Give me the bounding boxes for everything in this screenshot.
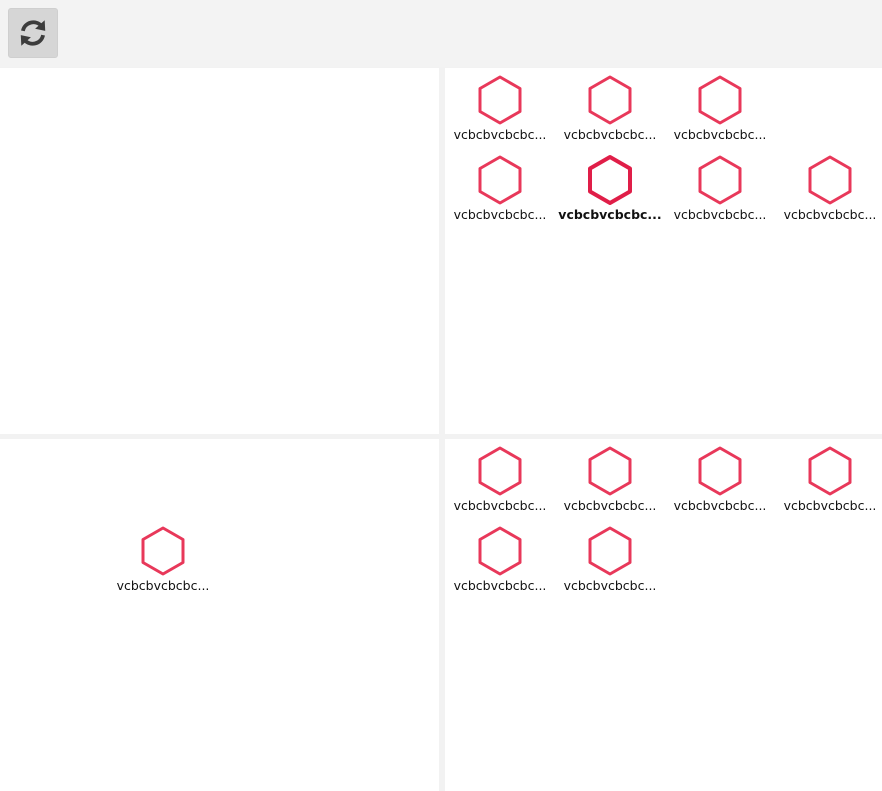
hexagon-item[interactable]: vcbcbvcbcbc...	[445, 70, 555, 148]
item-label: vcbcbvcbcbc...	[453, 127, 547, 142]
hexagon-icon	[141, 526, 185, 576]
item-label: vcbcbvcbcbc...	[453, 498, 547, 513]
hexagon-item[interactable]: vcbcbvcbcbc...	[775, 150, 882, 228]
hexagon-icon	[698, 155, 742, 205]
toolbar	[0, 0, 882, 67]
item-label: vcbcbvcbcbc...	[673, 207, 767, 222]
refresh-icon	[20, 20, 46, 46]
hexagon-icon	[478, 446, 522, 496]
item-label: vcbcbvcbcbc...	[558, 207, 662, 222]
hexagon-item[interactable]: vcbcbvcbcbc...	[775, 441, 882, 519]
pane-top-left[interactable]	[0, 68, 439, 434]
hexagon-item[interactable]: vcbcbvcbcbc...	[665, 150, 775, 228]
item-label: vcbcbvcbcbc...	[453, 578, 547, 593]
hexagon-icon	[478, 526, 522, 576]
hexagon-item[interactable]: vcbcbvcbcbc...	[445, 150, 555, 228]
hexagon-item[interactable]: vcbcbvcbcbc...	[665, 70, 775, 148]
refresh-button[interactable]	[8, 8, 58, 58]
hexagon-item[interactable]: vcbcbvcbcbc...	[445, 521, 555, 599]
pane-bottom-left[interactable]: vcbcbvcbcbc...	[0, 439, 439, 791]
hexagon-item[interactable]: vcbcbvcbcbc...	[445, 441, 555, 519]
pane-bottom-right[interactable]: vcbcbvcbcbc... vcbcbvcbcbc... vcbcbvcbcbc.…	[445, 439, 882, 791]
item-label: vcbcbvcbcbc...	[783, 498, 877, 513]
item-label: vcbcbvcbcbc...	[673, 127, 767, 142]
hexagon-icon	[698, 446, 742, 496]
hexagon-icon	[588, 446, 632, 496]
hexagon-icon	[698, 75, 742, 125]
hexagon-icon	[808, 155, 852, 205]
hexagon-icon	[808, 446, 852, 496]
hexagon-item[interactable]: vcbcbvcbcbc...	[555, 70, 665, 148]
hexagon-item[interactable]: vcbcbvcbcbc...	[555, 521, 665, 599]
item-label: vcbcbvcbcbc...	[453, 207, 547, 222]
hexagon-icon	[588, 75, 632, 125]
hexagon-icon	[478, 155, 522, 205]
hexagon-item[interactable]: vcbcbvcbcbc...	[555, 441, 665, 519]
hexagon-icon	[588, 155, 632, 205]
hexagon-icon	[588, 526, 632, 576]
item-label: vcbcbvcbcbc...	[563, 578, 657, 593]
hexagon-item[interactable]: vcbcbvcbcbc...	[555, 150, 665, 228]
item-label: vcbcbvcbcbc...	[673, 498, 767, 513]
item-label: vcbcbvcbcbc...	[563, 127, 657, 142]
item-label: vcbcbvcbcbc...	[563, 498, 657, 513]
item-label: vcbcbvcbcbc...	[783, 207, 877, 222]
hexagon-item[interactable]: vcbcbvcbcbc...	[108, 521, 218, 599]
pane-top-right[interactable]: vcbcbvcbcbc... vcbcbvcbcbc... vcbcbvcbcbc.…	[445, 68, 882, 434]
item-label: vcbcbvcbcbc...	[116, 578, 210, 593]
hexagon-item[interactable]: vcbcbvcbcbc...	[665, 441, 775, 519]
hexagon-icon	[478, 75, 522, 125]
